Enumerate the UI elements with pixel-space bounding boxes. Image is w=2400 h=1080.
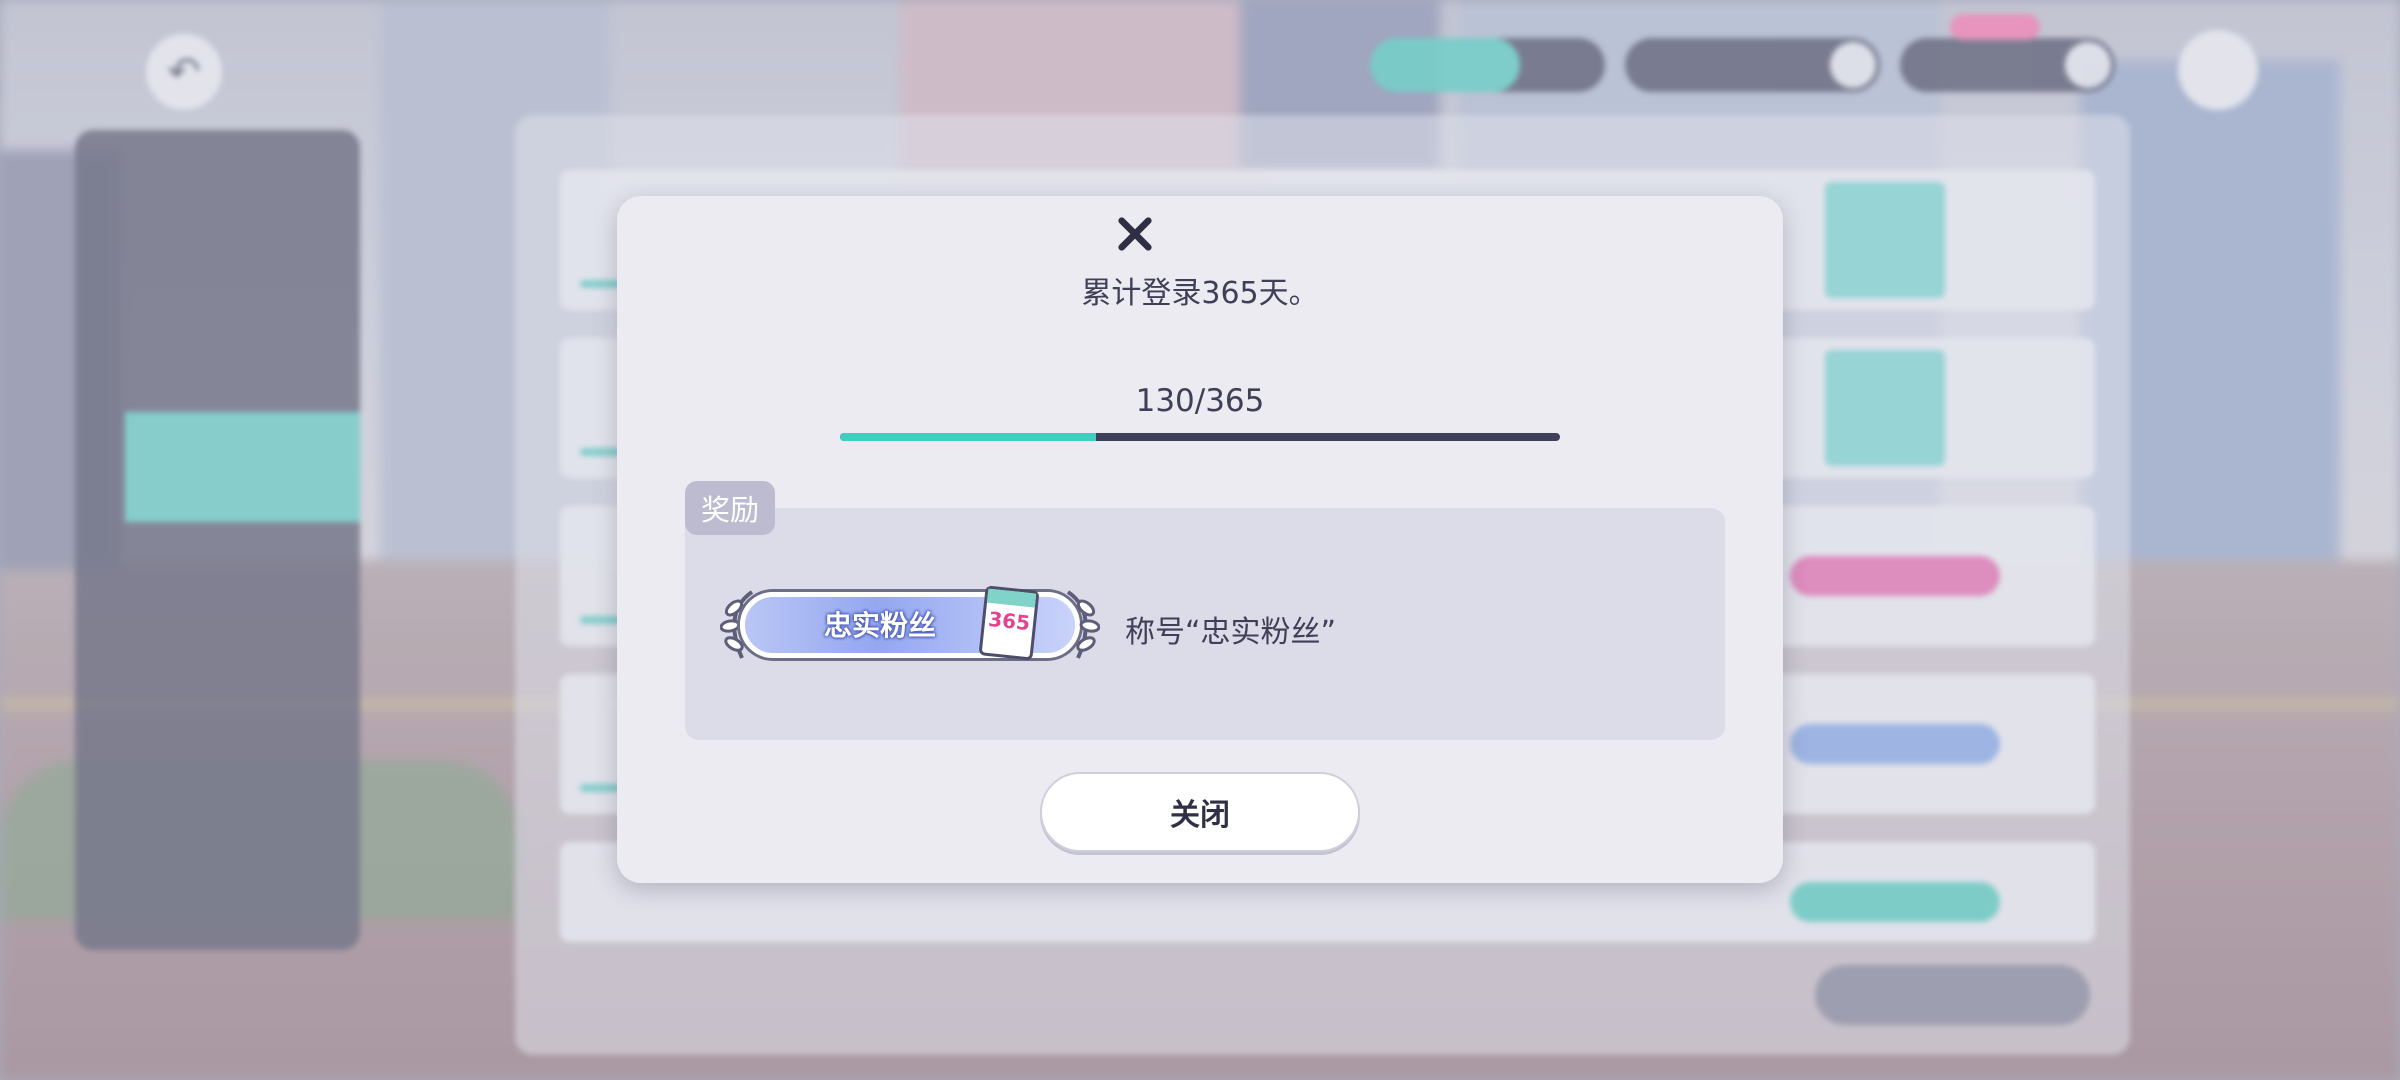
calendar-icon: 365 xyxy=(978,585,1040,661)
progress-bar xyxy=(840,433,1560,441)
calendar-number: 365 xyxy=(987,606,1032,636)
reward-tag: 奖励 xyxy=(685,481,775,535)
progress-label: 130/365 xyxy=(1135,383,1265,419)
reward-label: 称号“忠实粉丝” xyxy=(1125,615,1337,650)
close-button[interactable]: 关闭 xyxy=(1040,772,1360,852)
progress-bar-fill xyxy=(840,433,1097,441)
badge-text: 忠实粉丝 xyxy=(823,609,936,642)
laurel-icon xyxy=(1066,590,1100,659)
close-icon[interactable] xyxy=(1107,206,1163,262)
title-badge-icon: 忠实粉丝 365 xyxy=(720,582,1100,668)
mission-description: 累计登录365天。 xyxy=(1081,276,1319,311)
